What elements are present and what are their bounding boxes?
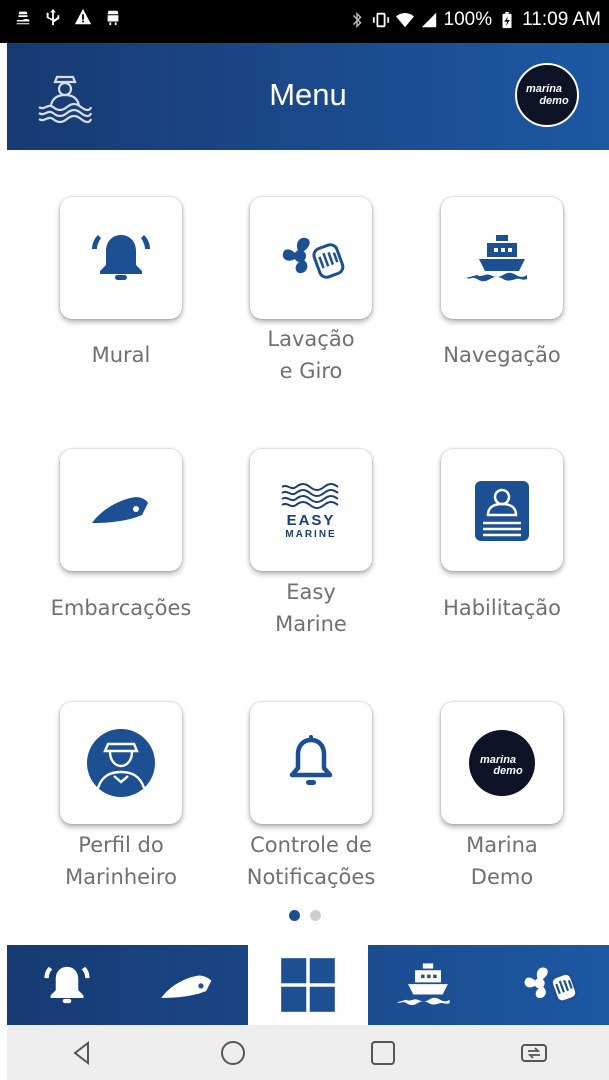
- propeller-hand-icon: [524, 967, 578, 1003]
- status-left-icons: [14, 8, 122, 26]
- nav-lavacao-giro[interactable]: [489, 945, 609, 1025]
- menu-label-easy-marine: Easy Marine: [275, 580, 347, 636]
- menu-tile-habilitacao[interactable]: [441, 449, 563, 571]
- warning-icon: [74, 8, 92, 25]
- menu-label-controle-notificacoes: Controle de Notificações: [246, 833, 376, 889]
- rotate-icon[interactable]: [519, 1038, 549, 1068]
- menu-tile-easy-marine[interactable]: EASY MARINE: [250, 449, 372, 571]
- menu-label-marina-demo: Marina Demo: [466, 833, 538, 889]
- page-dot-2[interactable]: [309, 910, 321, 921]
- speedboat-icon: [92, 497, 148, 523]
- menu-tile-lavacao-giro[interactable]: [250, 197, 372, 319]
- grid-icon: [281, 958, 335, 1012]
- wifi-icon: [395, 13, 414, 28]
- sailor-notification-icon: [16, 11, 30, 25]
- nav-navegacao[interactable]: [368, 945, 488, 1025]
- menu-label-perfil-marinheiro: Perfil do Marinheiro: [65, 833, 177, 889]
- page-indicator[interactable]: [0, 910, 609, 921]
- menu-tile-embarcacoes[interactable]: [60, 449, 182, 571]
- home-icon[interactable]: [218, 1038, 248, 1068]
- battery-percent: 100%: [443, 9, 493, 30]
- easy-logo-text: EASY: [287, 512, 336, 529]
- license-card-icon: [475, 481, 529, 541]
- menu-label-lavacao-giro: Lavação e Giro: [267, 327, 355, 383]
- demo-logo-text: demo: [493, 765, 523, 777]
- nav-embarcacoes[interactable]: [127, 945, 247, 1025]
- propeller-hand-icon: [282, 237, 345, 279]
- back-icon[interactable]: [67, 1038, 97, 1068]
- clock: 11:09 AM: [522, 9, 601, 30]
- system-nav-bar: [7, 1025, 609, 1080]
- menu-label-habilitacao: Habilitação: [443, 596, 561, 620]
- menu-tile-controle-notificacoes[interactable]: [250, 702, 372, 824]
- bluetooth-icon: [352, 11, 362, 29]
- menu-tile-perfil-marinheiro[interactable]: [60, 702, 182, 824]
- sailor-avatar-icon: [87, 729, 155, 797]
- vibrate-icon: [372, 12, 389, 28]
- menu-tile-mural[interactable]: [60, 197, 182, 319]
- speedboat-icon: [160, 975, 211, 998]
- menu-tile-navegacao[interactable]: [441, 197, 563, 319]
- bell-icon: [289, 735, 333, 785]
- marina-profile-avatar[interactable]: marina demo: [515, 63, 579, 127]
- app-header: Menu marina demo: [7, 43, 609, 150]
- alarm-bell-icon: [92, 235, 150, 280]
- ship-icon: [466, 235, 527, 282]
- menu-label-navegacao: Navegação: [443, 343, 561, 367]
- easy-marine-logo-icon: EASY MARINE: [281, 483, 339, 540]
- status-right-icons: 100% 11:09 AM: [348, 9, 601, 31]
- status-bar: 100% 11:09 AM: [0, 0, 609, 43]
- marine-logo-text: MARINE: [285, 529, 336, 540]
- recents-icon[interactable]: [368, 1038, 398, 1068]
- page-dot-1[interactable]: [288, 910, 300, 921]
- profile-brand-bottom: demo: [539, 95, 569, 107]
- usb-icon: [45, 8, 60, 26]
- nav-mural[interactable]: [7, 945, 127, 1025]
- menu-label-mural: Mural: [91, 343, 151, 367]
- signal-icon: [421, 12, 436, 28]
- menu-tile-marina-demo[interactable]: marina demo: [441, 702, 563, 824]
- bottom-nav: [7, 945, 609, 1025]
- ship-icon: [397, 963, 451, 1006]
- android-icon: [107, 10, 119, 26]
- menu-label-embarcacoes: Embarcações: [50, 596, 192, 620]
- nav-menu-grid[interactable]: [247, 945, 369, 1025]
- profile-brand-top: marina: [525, 83, 563, 95]
- marina-demo-logo-icon: marina demo: [469, 730, 535, 796]
- battery-icon: [502, 11, 512, 29]
- alarm-bell-icon: [44, 966, 90, 1004]
